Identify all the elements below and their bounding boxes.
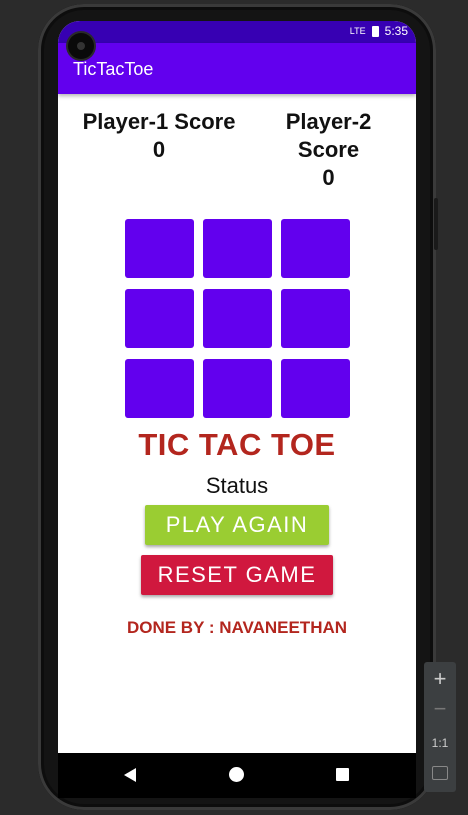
app-title: TicTacToe xyxy=(73,59,154,79)
power-button[interactable] xyxy=(434,198,438,250)
player2-score-label: Player-2 Score xyxy=(285,109,372,162)
player2-score-value: 0 xyxy=(322,165,335,190)
player1-score-label: Player-1 Score xyxy=(82,109,236,134)
phone-screen: LTE 5:35 TicTacToe Player-1 Score 0 Play… xyxy=(58,21,416,753)
zoom-fit-button[interactable] xyxy=(424,766,456,785)
game-title: TIC TAC TOE xyxy=(138,427,336,462)
board-cell-1[interactable] xyxy=(125,219,194,278)
fit-screen-icon xyxy=(432,766,448,780)
board-cell-3[interactable] xyxy=(281,219,350,278)
zoom-out-button[interactable]: − xyxy=(424,696,456,722)
front-camera xyxy=(68,33,94,59)
navigation-bar xyxy=(58,753,416,798)
status-time: 5:35 xyxy=(384,24,408,38)
status-icons: LTE 5:35 xyxy=(350,24,408,38)
status-bar: LTE 5:35 xyxy=(58,21,416,43)
board-cell-5[interactable] xyxy=(203,289,272,348)
player1-score-value: 0 xyxy=(152,137,166,162)
player2-score-block: Player-2 Score 0 xyxy=(266,108,391,192)
board-cell-9[interactable] xyxy=(281,359,350,418)
board-cell-4[interactable] xyxy=(125,289,194,348)
battery-icon xyxy=(371,25,379,37)
game-status: Status xyxy=(205,473,269,498)
game-board xyxy=(125,219,350,418)
home-icon[interactable] xyxy=(229,767,244,782)
network-indicator: LTE xyxy=(349,26,366,36)
recent-apps-icon[interactable] xyxy=(336,768,349,781)
emulator-zoom-panel: + − 1:1 xyxy=(424,662,456,792)
board-cell-7[interactable] xyxy=(125,359,194,418)
zoom-ratio-button[interactable]: 1:1 xyxy=(424,736,456,750)
zoom-in-button[interactable]: + xyxy=(424,666,456,692)
board-cell-8[interactable] xyxy=(203,359,272,418)
reset-game-button[interactable]: RESET GAME xyxy=(141,555,333,595)
back-icon[interactable] xyxy=(124,768,136,782)
player1-score-block: Player-1 Score 0 xyxy=(74,108,244,164)
board-cell-6[interactable] xyxy=(281,289,350,348)
author-credit: DONE BY : NAVANEETHAN xyxy=(126,618,348,637)
app-bar: TicTacToe xyxy=(58,43,416,94)
play-again-button[interactable]: PLAY AGAIN xyxy=(145,505,329,545)
board-cell-2[interactable] xyxy=(203,219,272,278)
